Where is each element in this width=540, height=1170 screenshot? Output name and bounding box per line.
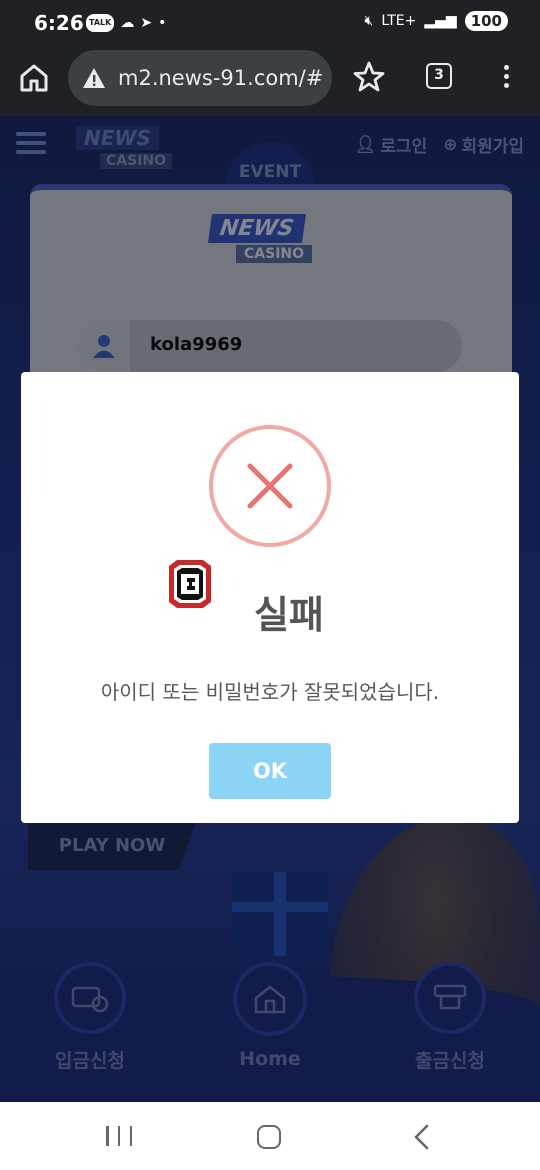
- status-bar: 6:26 TALK ☁ ➤ • 🔇︎ LTE+ ▂▄▆ 100: [0, 0, 540, 46]
- battery-indicator: 100: [464, 11, 508, 31]
- tabs-button[interactable]: 3: [426, 63, 452, 89]
- ok-button[interactable]: OK: [209, 743, 331, 799]
- status-time: 6:26: [34, 11, 84, 35]
- home-circle-icon[interactable]: [257, 1125, 281, 1149]
- browser-toolbar: m2.news-91.com/# 3: [0, 46, 540, 116]
- dialog-message: 아이디 또는 비밀번호가 잘못되었습니다.: [100, 680, 440, 704]
- mute-icon: 🔇︎: [364, 13, 374, 29]
- network-label: LTE+: [381, 13, 417, 29]
- back-chevron-icon[interactable]: [410, 1124, 434, 1150]
- telegram-icon: ➤: [140, 15, 153, 31]
- error-x-icon: [209, 425, 331, 547]
- dot-icon: •: [158, 15, 167, 31]
- recents-icon[interactable]: [106, 1126, 132, 1146]
- warning-icon[interactable]: [82, 67, 106, 89]
- url-text[interactable]: m2.news-91.com/#: [118, 66, 323, 90]
- kakaotalk-icon: TALK: [86, 14, 115, 32]
- weather-icon: ☁: [120, 15, 135, 31]
- android-nav-bar: [0, 1102, 540, 1170]
- bookmark-star-icon[interactable]: [352, 60, 386, 94]
- more-menu-icon[interactable]: [500, 62, 512, 94]
- address-bar[interactable]: m2.news-91.com/#: [68, 50, 332, 106]
- dialog-title: 실패: [254, 593, 324, 637]
- system-icons: 🔇︎ LTE+ ▂▄▆ 100: [365, 11, 508, 31]
- error-dialog: 실패 아이디 또는 비밀번호가 잘못되었습니다. OK: [21, 372, 519, 823]
- home-icon[interactable]: [18, 62, 50, 94]
- notification-icons: TALK ☁ ➤ •: [86, 14, 166, 32]
- signal-icon: ▂▄▆: [424, 13, 457, 29]
